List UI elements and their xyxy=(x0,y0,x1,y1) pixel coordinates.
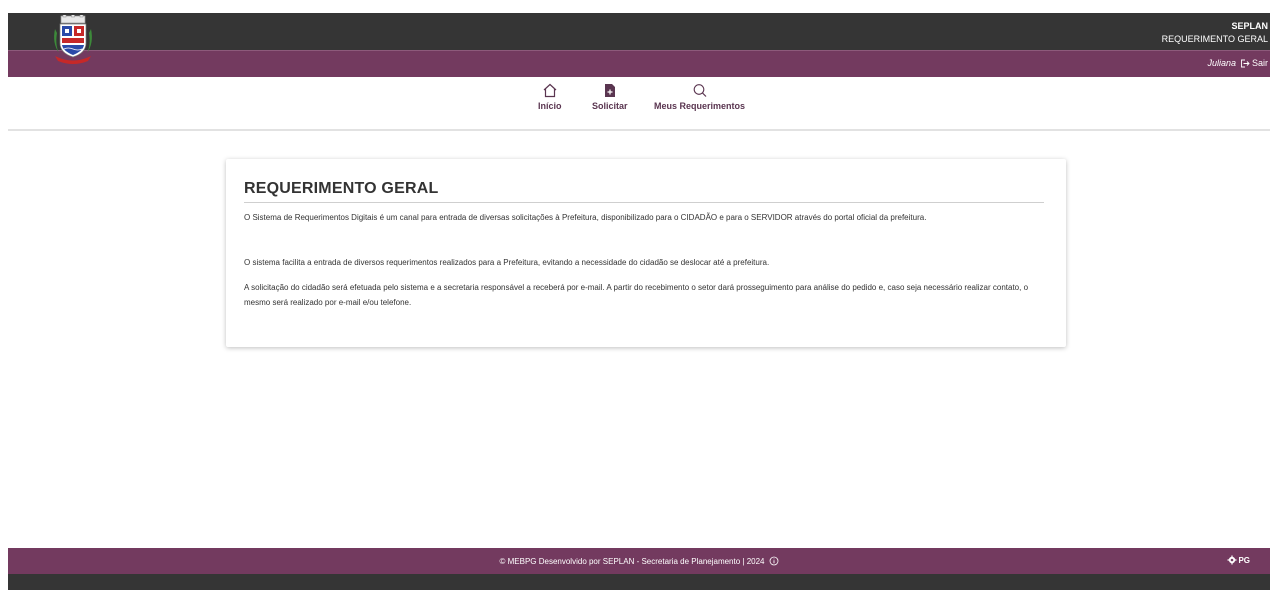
logout-icon xyxy=(1241,59,1250,67)
footer-copyright: © MEBPG Desenvolvido por SEPLAN - Secret… xyxy=(8,556,1270,566)
nav-item-label: Meus Requerimentos xyxy=(654,101,746,111)
user-area: Juliana Sair xyxy=(1207,58,1268,68)
info-icon[interactable] xyxy=(769,556,779,566)
app-name: SEPLAN xyxy=(1231,21,1268,31)
nav-item-meus-requerimentos[interactable]: Meus Requerimentos xyxy=(654,83,745,111)
brand-text: PG xyxy=(1238,555,1250,565)
logout-button[interactable]: Sair xyxy=(1240,58,1268,68)
main-navigation: Início Solicitar Meus Requerimentos xyxy=(8,77,1270,131)
page: SEPLAN REQUERIMENTO GERAL Juliana Sair I… xyxy=(0,0,1270,590)
footer-brand-logo[interactable]: PG xyxy=(1227,555,1250,565)
user-name: Juliana xyxy=(1207,58,1236,68)
bottom-bar xyxy=(8,574,1270,590)
paragraph-benefits: O sistema facilita a entrada de diversos… xyxy=(244,258,770,267)
page-title: REQUERIMENTO GERAL xyxy=(244,180,439,197)
title-divider xyxy=(244,202,1044,203)
nav-item-solicitar[interactable]: Solicitar xyxy=(592,83,628,111)
copyright-text: © MEBPG Desenvolvido por SEPLAN - Secret… xyxy=(499,556,765,566)
nav-item-label: Início xyxy=(538,101,562,111)
paragraph-intro: O Sistema de Requerimentos Digitais é um… xyxy=(244,213,927,222)
user-bar: Juliana Sair xyxy=(8,50,1270,77)
search-icon xyxy=(693,84,706,97)
nav-item-inicio[interactable]: Início xyxy=(538,83,562,111)
logout-label: Sair xyxy=(1251,58,1268,68)
document-add-icon xyxy=(604,84,615,97)
city-coat-of-arms-logo[interactable] xyxy=(50,13,96,69)
gear-icon xyxy=(1227,555,1237,565)
nav-item-label: Solicitar xyxy=(592,101,628,111)
paragraph-process: A solicitação do cidadão será efetuada p… xyxy=(244,283,1029,307)
top-header: SEPLAN REQUERIMENTO GERAL xyxy=(8,13,1270,50)
home-icon xyxy=(543,83,557,98)
footer: © MEBPG Desenvolvido por SEPLAN - Secret… xyxy=(8,548,1270,574)
app-subtitle: REQUERIMENTO GERAL xyxy=(1161,34,1268,44)
info-card: REQUERIMENTO GERAL O Sistema de Requerim… xyxy=(226,159,1066,347)
